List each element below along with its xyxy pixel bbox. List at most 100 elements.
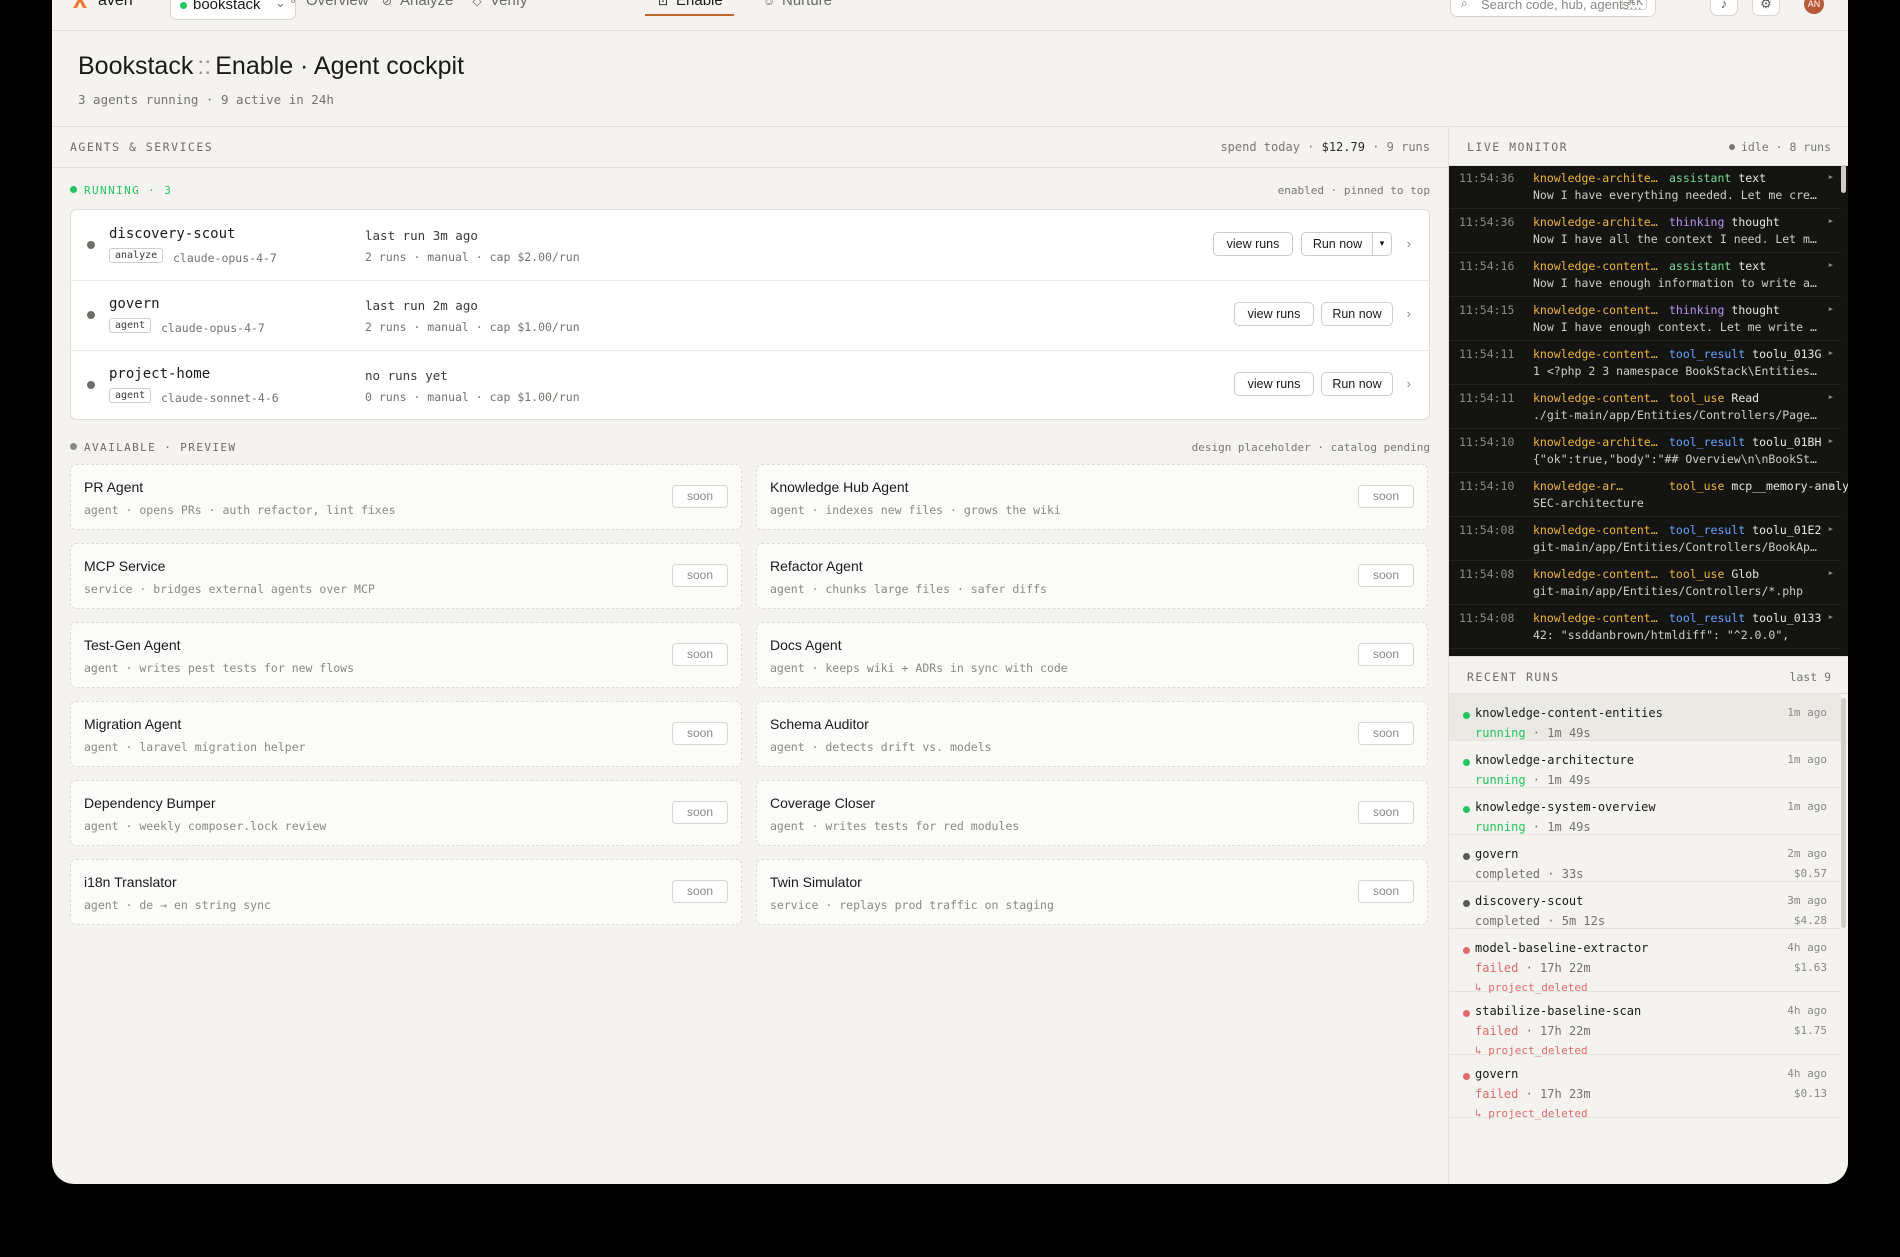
- view-runs-button[interactable]: view runs: [1234, 302, 1314, 326]
- run-row[interactable]: stabilize-baseline-scan failed · 17h 22m 4…: [1449, 992, 1841, 1057]
- agent-row[interactable]: govern agent claude-opus-4-7 last run 2m…: [71, 280, 1429, 351]
- run-status-dot: [1463, 806, 1470, 813]
- tab-analyze[interactable]: ⊘ Analyze: [380, 0, 453, 22]
- soon-button[interactable]: soon: [672, 880, 728, 903]
- log-list[interactable]: 11:54:36 knowledge-architecture assistant t…: [1449, 165, 1848, 656]
- run-now-button[interactable]: Run now: [1321, 302, 1393, 326]
- log-entry[interactable]: 11:54:08 knowledge-content-entities tool_r…: [1449, 605, 1841, 649]
- expand-icon[interactable]: ▶: [1829, 481, 1833, 489]
- spend-value: $12.79: [1321, 140, 1365, 154]
- preview-desc: agent · weekly composer.lock review: [84, 819, 327, 833]
- soon-button[interactable]: soon: [672, 722, 728, 745]
- recent-scrollbar[interactable]: [1841, 698, 1846, 928]
- expand-icon[interactable]: ▶: [1829, 173, 1833, 181]
- log-entry[interactable]: 11:54:10 knowledge-ar… tool_use mcp__memory…: [1449, 473, 1848, 517]
- log-entry[interactable]: 11:54:08knowledge-content-entitiestool_u…: [1449, 649, 1841, 656]
- preview-card: Knowledge Hub Agent agent · indexes new f…: [756, 464, 1428, 530]
- run-status: running: [1475, 726, 1526, 740]
- run-status-line: failed · 17h 22m: [1475, 961, 1591, 975]
- run-row[interactable]: discovery-scout completed · 5m 12s 3m ago $…: [1449, 882, 1841, 929]
- run-row[interactable]: model-baseline-extractor failed · 17h 22m…: [1449, 929, 1841, 994]
- log-entry[interactable]: 11:54:16 knowledge-content-entities assist…: [1449, 253, 1841, 297]
- preview-card: Test-Gen Agent agent · writes pest tests …: [70, 622, 742, 688]
- log-entry[interactable]: 11:54:08knowledge-content-entitiestool_u…: [1449, 561, 1841, 605]
- chevron-right-icon[interactable]: ›: [1407, 236, 1411, 251]
- expand-icon[interactable]: ▶: [1829, 305, 1833, 313]
- run-row[interactable]: knowledge-system-overview running · 1m 49…: [1449, 788, 1841, 835]
- soon-button[interactable]: soon: [1358, 801, 1414, 824]
- log-entry[interactable]: 11:54:11 knowledge-content-entities tool_r…: [1449, 341, 1841, 385]
- run-status: running: [1475, 773, 1526, 787]
- log-source: knowledge-architecture: [1533, 171, 1661, 185]
- run-now-button[interactable]: Run now: [1321, 372, 1393, 396]
- run-row[interactable]: govern completed · 33s 2m ago $0.57: [1449, 835, 1841, 882]
- view-runs-button[interactable]: view runs: [1234, 372, 1314, 396]
- bell-icon[interactable]: ♪: [1710, 0, 1738, 16]
- preview-desc: agent · opens PRs · auth refactor, lint …: [84, 503, 396, 517]
- log-entry[interactable]: 11:54:36knowledge-architecturethinkingth…: [1449, 209, 1841, 253]
- run-row[interactable]: govern failed · 17h 23m 4h ago $0.13 ↳ proje…: [1449, 1055, 1841, 1120]
- tab-verify[interactable]: ◇ Verify: [470, 0, 527, 22]
- agent-last-run: last run 2m ago: [365, 298, 478, 313]
- agent-status-dot: [87, 311, 95, 319]
- agent-row[interactable]: project-home agent claude-sonnet-4-6 no …: [71, 350, 1429, 420]
- soon-button[interactable]: soon: [1358, 485, 1414, 508]
- soon-button[interactable]: soon: [672, 643, 728, 666]
- avatar[interactable]: AN: [1804, 0, 1824, 14]
- run-row[interactable]: knowledge-content-entities running · 1m 4…: [1449, 694, 1841, 741]
- expand-icon[interactable]: ▶: [1829, 437, 1833, 445]
- agent-model: claude-opus-4-7: [161, 321, 265, 335]
- log-kind-label: tool_result: [1669, 523, 1746, 537]
- log-message: 42: "ssddanbrown/htmldiff": "^2.0.0",: [1533, 628, 1790, 642]
- log-entry[interactable]: 11:54:08 knowledge-content-entities tool_r…: [1449, 517, 1841, 561]
- tab-enable[interactable]: ⊡ Enable: [645, 0, 734, 22]
- log-message: {"ok":true,"body":"## Overview\n\nBookSt…: [1533, 452, 1823, 466]
- tab-overview[interactable]: ∘ Overview: [286, 0, 368, 22]
- run-duration: 17h 22m: [1540, 961, 1591, 975]
- expand-icon[interactable]: ▶: [1829, 349, 1833, 357]
- agent-row[interactable]: discovery-scout analyze claude-opus-4-7 …: [71, 210, 1429, 281]
- log-entry[interactable]: 11:54:11 knowledge-content-entities tool_u…: [1449, 385, 1841, 429]
- brand-name[interactable]: aven: [98, 0, 133, 10]
- soon-button[interactable]: soon: [1358, 880, 1414, 903]
- run-status-dot: [1463, 1010, 1470, 1017]
- run-name: knowledge-system-overview: [1475, 800, 1656, 814]
- soon-button[interactable]: soon: [672, 801, 728, 824]
- log-kind: assistant text: [1669, 259, 1766, 273]
- expand-icon[interactable]: ▶: [1829, 217, 1833, 225]
- log-entry[interactable]: 11:54:10 knowledge-architecture tool_resul…: [1449, 429, 1841, 473]
- soon-button[interactable]: soon: [672, 485, 728, 508]
- preview-card: MCP Service service · bridges external ag…: [70, 543, 742, 609]
- view-runs-button[interactable]: view runs: [1213, 232, 1293, 256]
- run-row[interactable]: knowledge-architecture running · 1m 49s 1m…: [1449, 741, 1841, 788]
- tab-nurture[interactable]: ☺ Nurture: [762, 0, 832, 22]
- run-name: govern: [1475, 847, 1519, 861]
- chevron-right-icon[interactable]: ›: [1407, 306, 1411, 321]
- expand-icon[interactable]: ▶: [1829, 525, 1833, 533]
- log-scrollbar[interactable]: [1841, 165, 1846, 193]
- log-entry[interactable]: 11:54:15 knowledge-content-entities thinki…: [1449, 297, 1841, 341]
- gear-icon[interactable]: ⚙: [1752, 0, 1780, 16]
- expand-icon[interactable]: ▶: [1829, 261, 1833, 269]
- soon-button[interactable]: soon: [1358, 643, 1414, 666]
- soon-button[interactable]: soon: [1358, 722, 1414, 745]
- run-name: knowledge-architecture: [1475, 753, 1634, 767]
- run-status-line: failed · 17h 23m: [1475, 1087, 1591, 1101]
- shield-icon: ◇: [472, 0, 482, 8]
- chevron-right-icon[interactable]: ›: [1407, 376, 1411, 391]
- run-now-button[interactable]: Run now ▼: [1301, 232, 1392, 256]
- expand-icon[interactable]: ▶: [1829, 613, 1833, 621]
- log-detail: Read: [1731, 391, 1760, 405]
- run-time-ago: 3m ago: [1787, 894, 1827, 907]
- caret-down-icon[interactable]: ▼: [1372, 233, 1391, 255]
- log-kind-label: tool_use: [1669, 479, 1725, 493]
- expand-icon[interactable]: ▶: [1829, 569, 1833, 577]
- log-message: SEC-architecture: [1533, 496, 1644, 510]
- expand-icon[interactable]: ▶: [1829, 393, 1833, 401]
- log-entry[interactable]: 11:54:36 knowledge-architecture assistant t…: [1449, 165, 1841, 209]
- agent-meta: 2 runs · manual · cap $2.00/run: [365, 250, 580, 264]
- soon-button[interactable]: soon: [672, 564, 728, 587]
- soon-button[interactable]: soon: [1358, 564, 1414, 587]
- project-switcher[interactable]: bookstack ⌄: [170, 0, 296, 20]
- search-input[interactable]: ⌕ Search code, hub, agents… ⌘K: [1450, 0, 1656, 17]
